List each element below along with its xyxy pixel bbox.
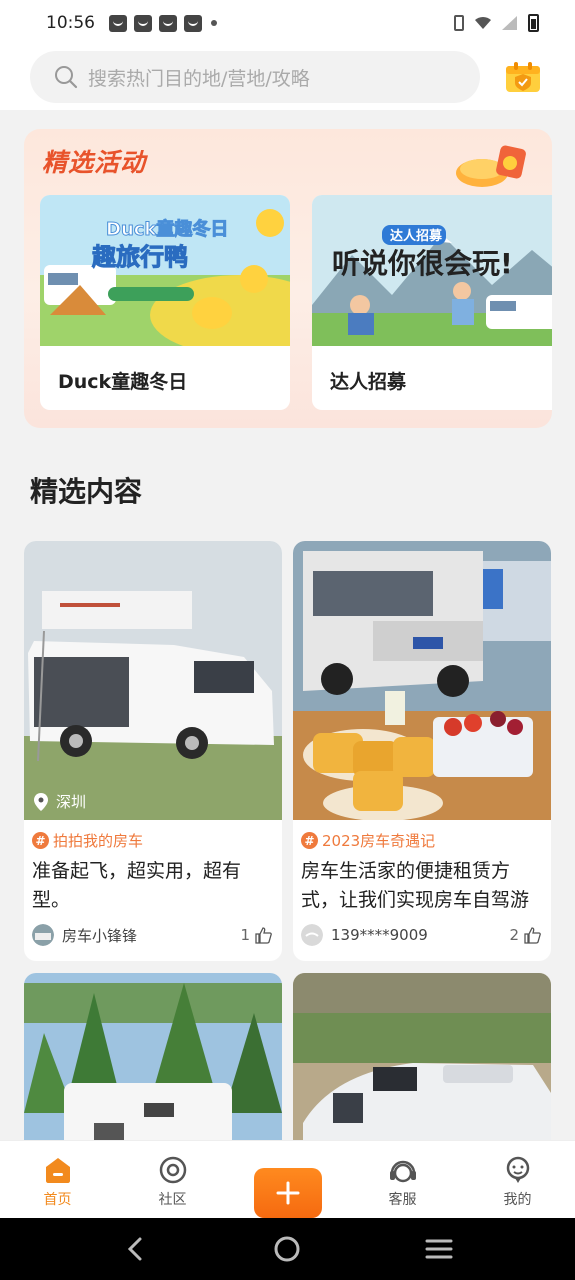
tab-profile[interactable]: 我的 — [460, 1141, 575, 1218]
tab-label: 客服 — [388, 1192, 417, 1208]
author-avatar[interactable] — [32, 924, 54, 946]
rv-picnic-photo — [293, 541, 551, 820]
system-nav-bar — [0, 1218, 575, 1280]
tab-publish[interactable] — [230, 1141, 345, 1218]
headset-icon — [389, 1160, 416, 1183]
plus-icon — [276, 1181, 299, 1205]
tab-home[interactable]: 首页 — [0, 1141, 115, 1218]
card-title: 准备起飞，超实用，超有型。 — [32, 860, 242, 911]
content-card[interactable]: 深圳 # 拍拍我的房车 准备起飞，超实用，超有型。 房车小锋锋 1 — [24, 541, 282, 961]
home-circle-icon[interactable] — [272, 1234, 302, 1264]
profile-icon — [506, 1156, 529, 1183]
community-icon — [159, 1156, 186, 1184]
activity-image: Duck童趣冬日 趣旅行鸭 — [40, 195, 290, 346]
content-card[interactable]: # 2023房车奇遇记 房车生活家的便捷租赁方式，让我们实现房车自驾游 139*… — [293, 541, 551, 961]
activity-card-recruit[interactable]: 听说你很会玩! 达人招募 达人招募 — [312, 195, 552, 410]
more-notifications-icon — [211, 20, 217, 26]
back-icon[interactable] — [121, 1234, 151, 1264]
gift-decoration-icon — [456, 145, 526, 187]
author-avatar[interactable] — [301, 924, 323, 946]
activity-label: 达人招募 — [330, 371, 407, 393]
topic-text: 2023房车奇遇记 — [322, 832, 436, 850]
location-pin-icon — [34, 792, 48, 811]
activity-image: 听说你很会玩! 达人招募 — [312, 195, 552, 346]
status-time: 10:56 — [46, 13, 95, 33]
thumbs-up-icon[interactable] — [255, 926, 272, 944]
tab-label: 我的 — [503, 1192, 532, 1208]
activity-label: Duck童趣冬日 — [58, 371, 188, 393]
battery-icon — [528, 14, 539, 32]
notification-icon — [134, 14, 152, 32]
topic-tag[interactable]: # 2023房车奇遇记 — [301, 830, 435, 851]
location-text: 深圳 — [56, 793, 87, 811]
notification-icon — [184, 14, 202, 32]
svg-text:达人招募: 达人招募 — [390, 228, 443, 244]
tab-community[interactable]: 社区 — [115, 1141, 230, 1218]
signal-icon — [502, 16, 517, 30]
status-bar: 10:56 — [0, 0, 575, 46]
home-icon — [45, 1158, 70, 1183]
wifi-icon — [475, 16, 491, 29]
svg-text:趣旅行鸭: 趣旅行鸭 — [91, 243, 188, 271]
publish-button[interactable] — [253, 1168, 322, 1218]
card-title: 房车生活家的便捷租赁方式，让我们实现房车自驾游 — [301, 860, 530, 911]
svg-text:Duck童趣冬日: Duck童趣冬日 — [106, 218, 228, 240]
notification-icon — [159, 14, 177, 32]
card-footer: 房车小锋锋 1 — [32, 923, 272, 947]
coupon-icon[interactable] — [504, 60, 542, 94]
search-placeholder: 搜索热门目的地/营地/攻略 — [88, 67, 310, 90]
vibrate-icon — [454, 15, 464, 31]
like-count: 2 — [509, 926, 519, 944]
thumbs-up-icon[interactable] — [524, 926, 541, 944]
bottom-tab-bar: 首页 社区 客服 我的 — [0, 1140, 575, 1218]
topic-text: 拍拍我的房车 — [53, 832, 144, 850]
tab-label: 社区 — [158, 1192, 187, 1208]
hashtag-icon: # — [32, 832, 49, 849]
tab-customer-service[interactable]: 客服 — [345, 1141, 460, 1218]
author-name: 房车小锋锋 — [62, 926, 138, 945]
activities-title: 精选活动 — [42, 148, 147, 177]
svg-text:听说你很会玩!: 听说你很会玩! — [332, 247, 513, 280]
search-icon — [55, 66, 78, 89]
notification-icon — [109, 14, 127, 32]
card-footer: 139****9009 2 — [301, 923, 541, 947]
rv-photo — [24, 541, 282, 820]
activity-card-duck[interactable]: Duck童趣冬日 趣旅行鸭 Duck童趣冬日 — [40, 195, 290, 410]
featured-activities: 精选活动 Duck童趣冬日 趣旅行鸭 Duck童趣冬日 听说你很会玩! 达人招募… — [24, 129, 552, 428]
hashtag-icon: # — [301, 832, 318, 849]
author-name: 139****9009 — [331, 926, 428, 944]
tab-label: 首页 — [43, 1192, 72, 1208]
location-tag: 深圳 — [34, 791, 86, 812]
menu-icon[interactable] — [424, 1234, 454, 1264]
content-section-title: 精选内容 — [30, 475, 143, 508]
topic-tag[interactable]: # 拍拍我的房车 — [32, 830, 143, 851]
header: 搜索热门目的地/营地/攻略 — [0, 46, 575, 110]
like-count: 1 — [240, 926, 250, 944]
search-input[interactable]: 搜索热门目的地/营地/攻略 — [30, 51, 480, 103]
